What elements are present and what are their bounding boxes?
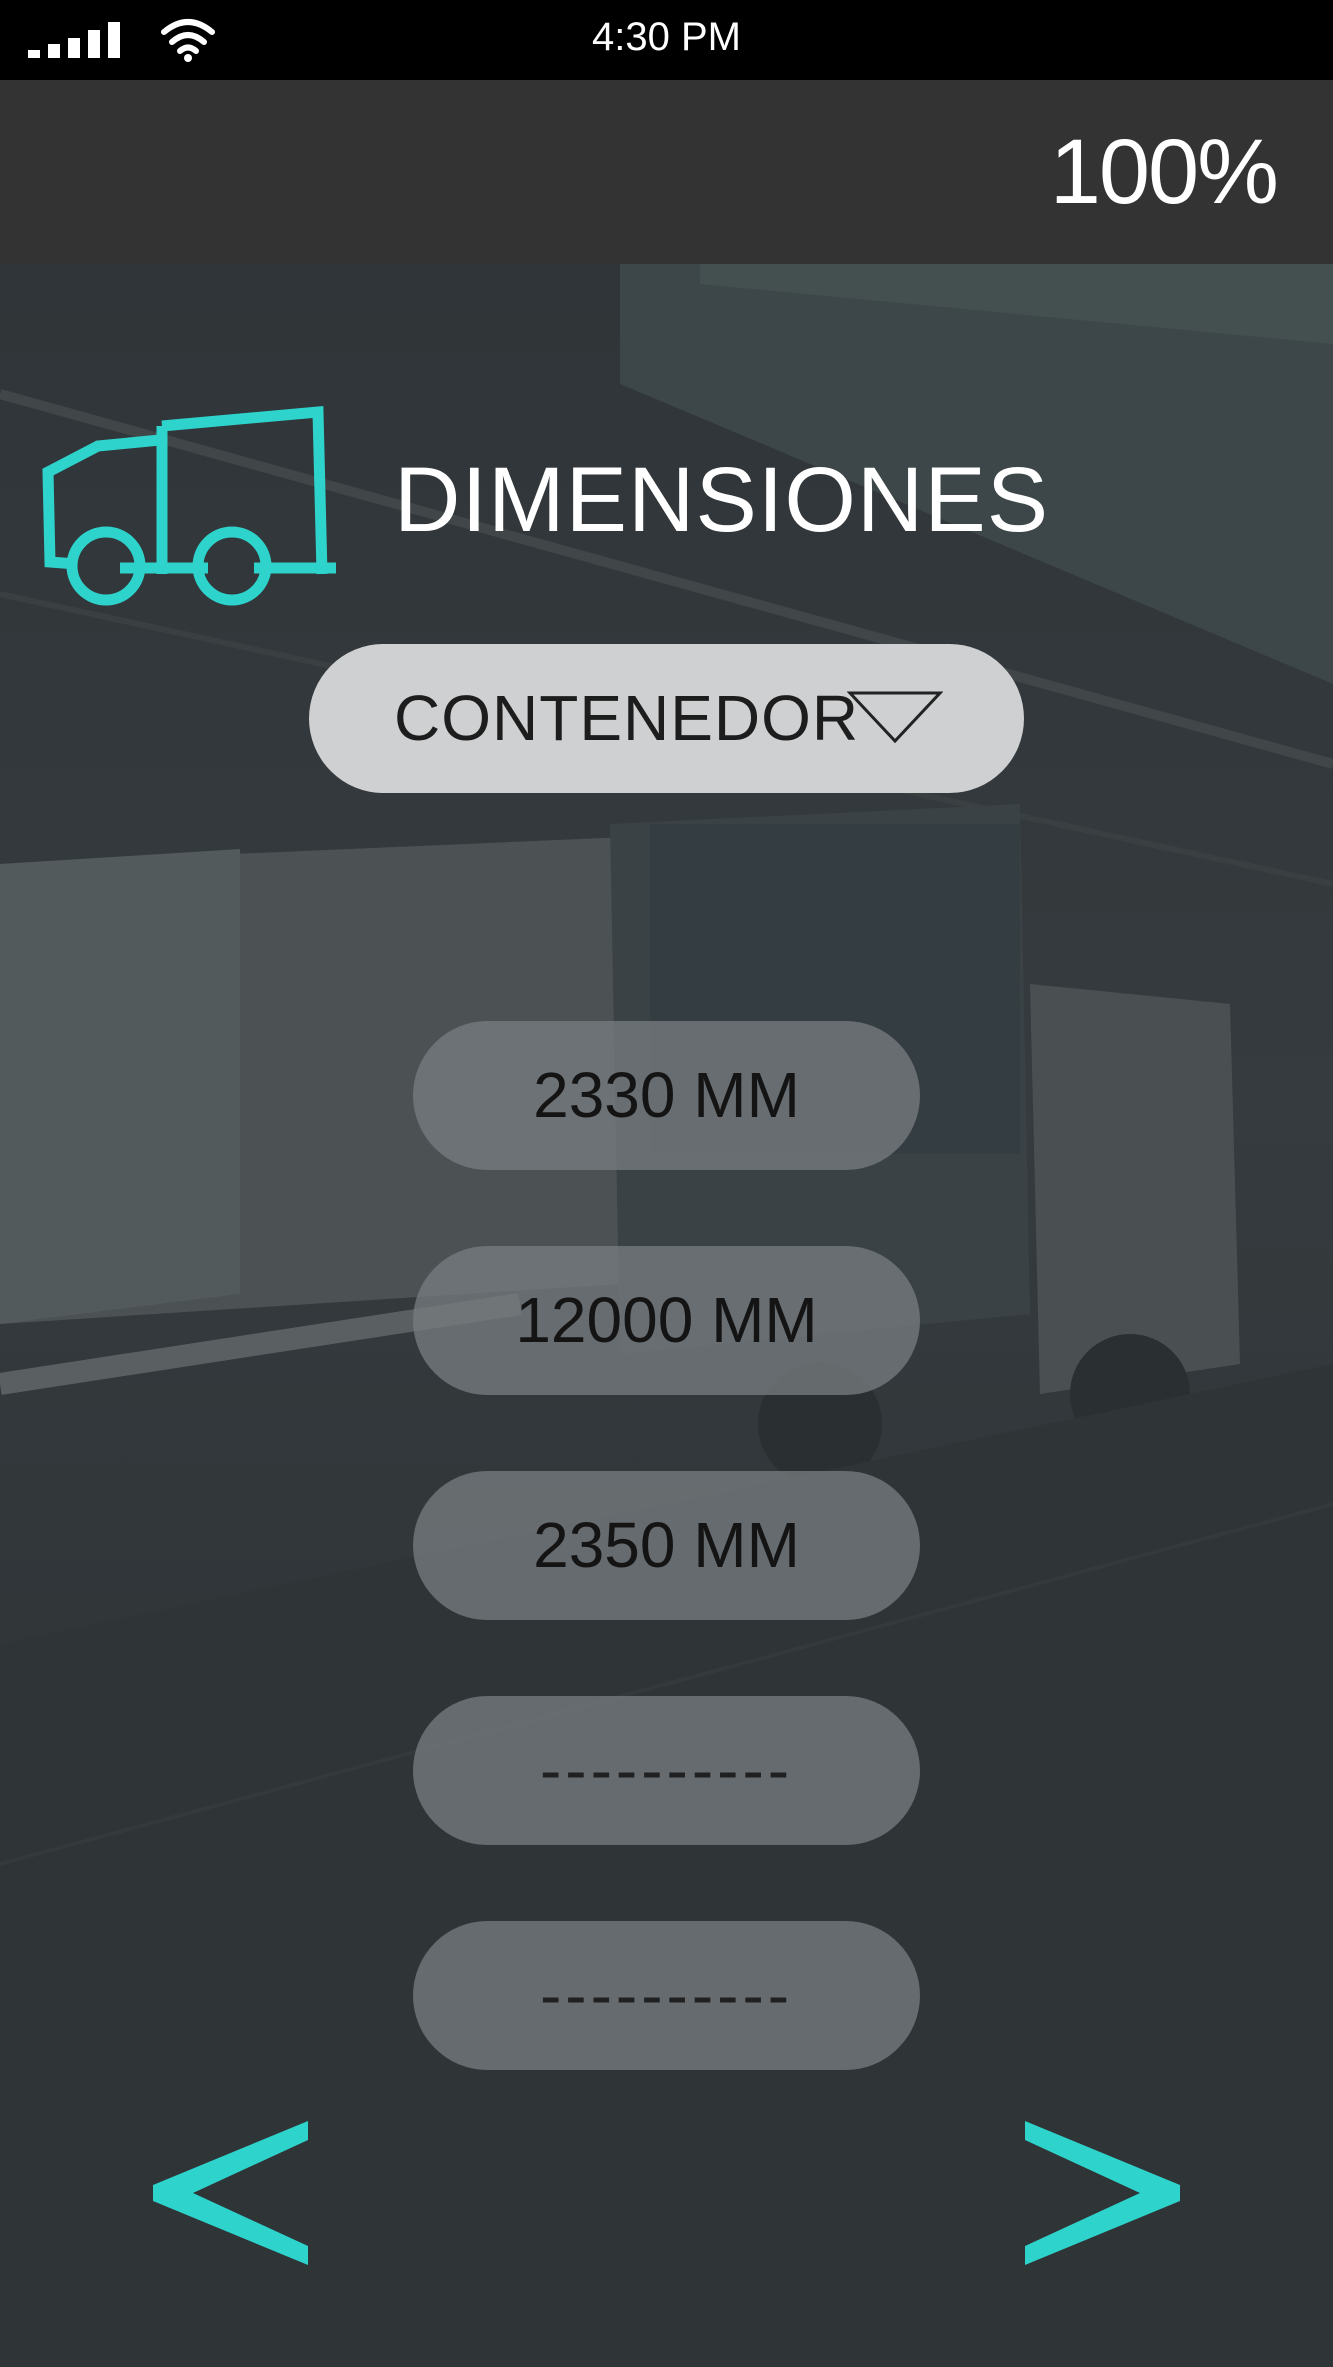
section-title: DIMENSIONES (394, 449, 1050, 551)
container-type-dropdown[interactable]: CONTENEDOR (309, 644, 1024, 793)
height-value-field[interactable]: 2330 MM (413, 1021, 920, 1170)
app-screen: 4:30 PM 100% DIMENSIONES CONTENEDOR 2330… (0, 0, 1333, 2367)
length-value-field[interactable]: 12000 MM (413, 1246, 920, 1395)
header-bar: 100% (0, 80, 1333, 264)
empty-value-field[interactable]: ---------- (413, 1696, 920, 1845)
dropdown-selected-value: CONTENEDOR (394, 682, 860, 754)
battery-level: 100% (1049, 121, 1279, 223)
chevron-right-icon: > (1025, 2121, 1180, 2265)
truck-icon (42, 405, 336, 606)
next-button[interactable]: > (1020, 2118, 1180, 2268)
status-bar: 4:30 PM (0, 0, 1333, 80)
chevron-left-icon: < (153, 2121, 308, 2265)
previous-label: < (233, 2200, 239, 2211)
empty-value-field[interactable]: ---------- (413, 1921, 920, 2070)
previous-button[interactable]: < (153, 2118, 313, 2268)
width-value-field[interactable]: 2350 MM (413, 1471, 920, 1620)
status-time: 4:30 PM (592, 15, 741, 59)
caret-down-icon (847, 691, 943, 744)
